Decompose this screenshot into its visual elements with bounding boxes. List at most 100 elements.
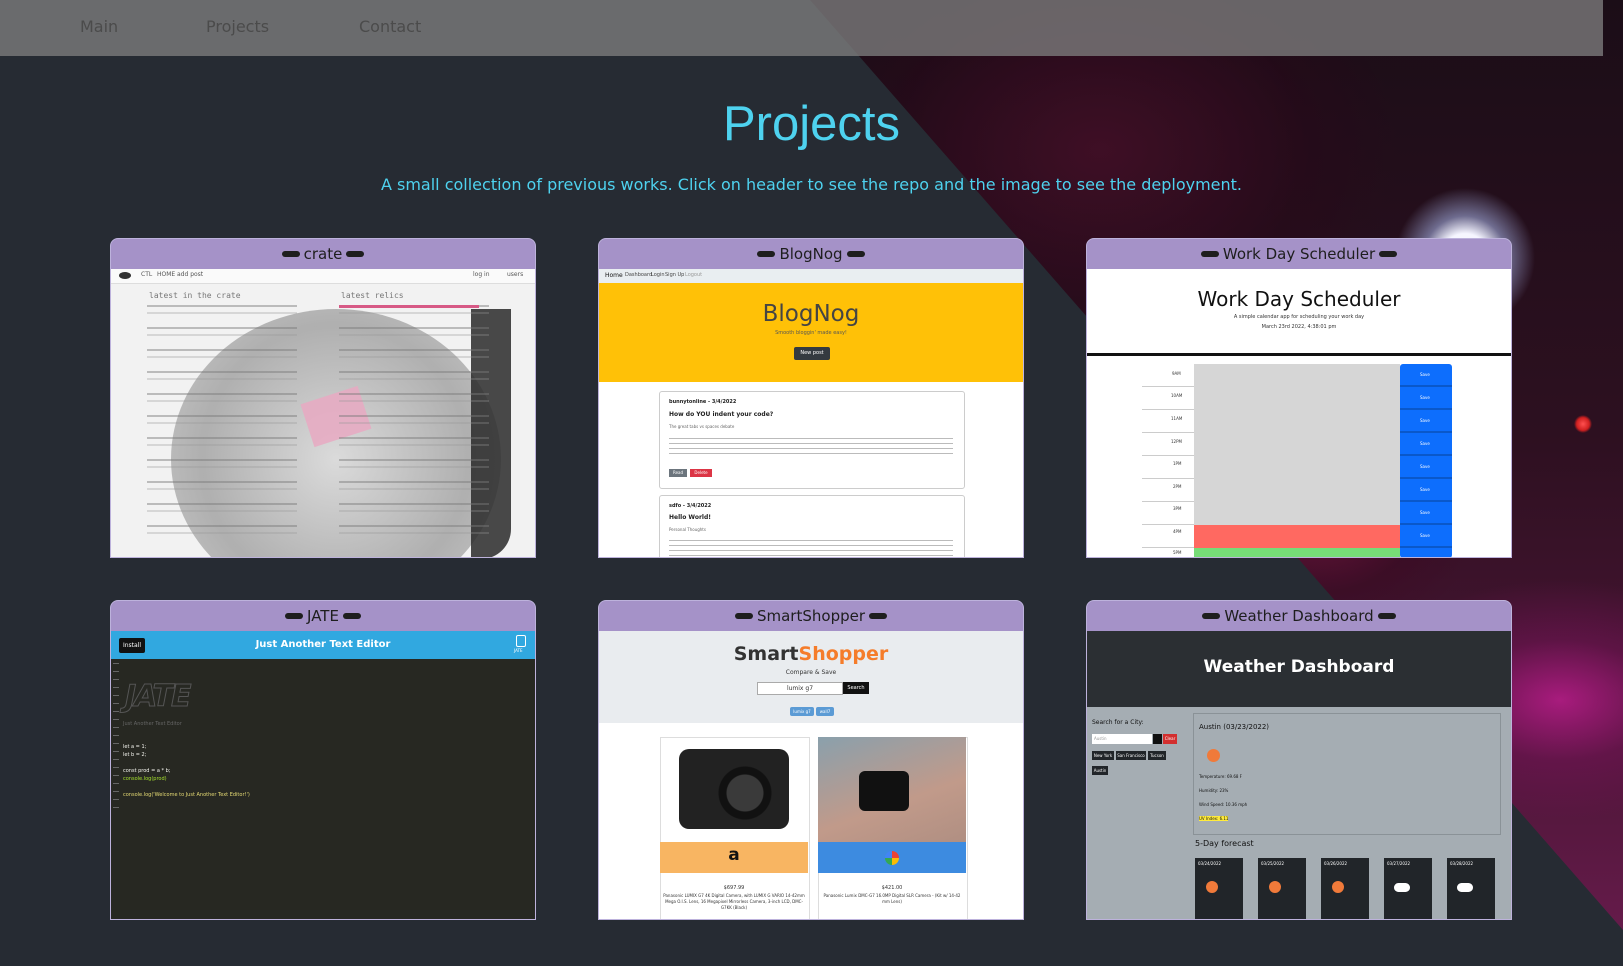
future-hour-block [1194, 548, 1400, 557]
project-preview-smartshopper[interactable]: SmartShopper Compare & Save lumix g7 Sea… [599, 631, 1023, 919]
dash-icon [846, 251, 865, 257]
search-icon [1153, 734, 1162, 744]
project-card-work-day-scheduler: Work Day Scheduler Work Day Scheduler A … [1086, 238, 1512, 558]
city-button: Austin [1092, 766, 1108, 775]
post-subtitle: Personal Thoughts [669, 527, 706, 532]
forecast-card [1321, 858, 1369, 919]
nav-link-contact[interactable]: Contact [359, 17, 421, 36]
project-preview-jate[interactable]: Install Just Another Text Editor JATE JA… [111, 631, 535, 919]
code-comment: Just Another Text Editor [123, 721, 182, 727]
code-line: const prod = a * b; [123, 768, 171, 774]
blog-nav-link: Sign Up [665, 272, 685, 278]
card-header-crate[interactable]: crate [111, 239, 535, 269]
crate-nav-link: CTL [141, 271, 153, 278]
card-header-weather-dashboard[interactable]: Weather Dashboard [1087, 601, 1511, 631]
code-line: console.log('Welcome to Just Another Tex… [123, 792, 250, 798]
forecast-date: 03/24/2022 [1198, 861, 1222, 866]
jate-title: Just Another Text Editor [255, 639, 391, 650]
amazon-logo-icon: a [728, 845, 740, 865]
sun-icon [1206, 881, 1218, 893]
blog-nav-link: Home [605, 272, 623, 279]
dash-icon [1379, 251, 1398, 257]
project-preview-blognog[interactable]: Home Dashboard Login Sign Up Logout Blog… [599, 269, 1023, 557]
code-line: let a = 1; [123, 744, 147, 750]
google-logo-icon [885, 851, 899, 865]
forecast-title: 5-Day forecast [1195, 839, 1254, 848]
project-card-jate: JATE Install Just Another Text Editor JA… [110, 600, 536, 920]
hour-label: 9AM [1172, 371, 1181, 376]
forecast-date: 03/25/2022 [1261, 861, 1285, 866]
product-desc: Panasonic LUMIX G7 4K Digital Camera, wi… [663, 893, 805, 910]
shopper-tagline: Compare & Save [785, 669, 837, 676]
project-card-smartshopper: SmartShopper SmartShopper Compare & Save… [598, 600, 1024, 920]
page-subtitle: A small collection of previous works. Cl… [380, 175, 1243, 194]
forecast-card [1258, 858, 1306, 919]
blog-hero-sub: Smooth bloggin' made easy! [775, 330, 847, 336]
project-preview-crate[interactable]: CTL HOME add post log in users latest in… [111, 269, 535, 557]
blog-hero-title: BlogNog [762, 301, 860, 327]
search-chip: lumix g7 [790, 707, 814, 716]
crate-nav-link: users [507, 271, 524, 278]
hour-label: 10AM [1171, 393, 1183, 398]
crate-nav-link: add post [177, 271, 204, 278]
project-card-blognog: BlogNog Home Dashboard Login Sign Up Log… [598, 238, 1024, 558]
project-card-weather-dashboard: Weather Dashboard Weather Dashboard Sear… [1086, 600, 1512, 920]
code-line: let b = 2; [123, 752, 147, 758]
new-post-button: New post [794, 347, 830, 360]
project-preview-work-day-scheduler[interactable]: Work Day Scheduler A simple calendar app… [1087, 269, 1511, 557]
save-button-label: Save [1420, 372, 1430, 377]
dash-icon [346, 251, 365, 257]
product-price: $697.99 [723, 885, 745, 891]
card-header-smartshopper[interactable]: SmartShopper [599, 601, 1023, 631]
jate-logo-text: JATE [514, 648, 523, 653]
product-desc: Panasonic Lumix DMC-G7 16.0MP Digital SL… [823, 893, 961, 904]
post-subtitle: The great tabs vs spaces debate [669, 424, 735, 429]
blog-nav-link: Logout [685, 272, 703, 278]
cloud-icon [1394, 883, 1410, 892]
card-header-jate[interactable]: JATE [111, 601, 535, 631]
city-button: Tucson [1148, 751, 1166, 760]
card-header-work-day-scheduler[interactable]: Work Day Scheduler [1087, 239, 1511, 269]
forecast-date: 03/28/2022 [1450, 861, 1474, 866]
save-button-label: Save [1420, 510, 1430, 515]
brand-smart: Smart [733, 643, 799, 665]
card-title: BlogNog [779, 245, 843, 263]
weather-search-label: Search for a City: [1092, 719, 1144, 726]
hour-label: 5PM [1173, 550, 1182, 555]
sun-icon [1269, 881, 1281, 893]
post-meta: sdfo - 3/4/2022 [669, 503, 712, 509]
dash-icon [1202, 613, 1221, 619]
scheduler-sub: A simple calendar app for scheduling you… [1233, 314, 1365, 320]
crate-nav-link: log in [473, 271, 490, 278]
nav-link-main[interactable]: Main [80, 17, 118, 36]
delete-button: Delete [690, 469, 712, 477]
blog-nav-link: Login [651, 272, 665, 278]
crate-post-list [147, 305, 297, 545]
top-navbar: Main Projects Contact [0, 0, 1603, 56]
card-title: Work Day Scheduler [1222, 245, 1376, 263]
post-body-lines [669, 540, 953, 556]
current-city: Austin (03/23/2022) [1199, 723, 1270, 731]
card-title: SmartShopper [756, 607, 866, 625]
camera-image [679, 749, 789, 829]
crate-highlight [339, 305, 479, 308]
project-card-crate: crate CTL HOME add post log in users lat… [110, 238, 536, 558]
card-header-blognog[interactable]: BlogNog [599, 239, 1023, 269]
project-preview-weather-dashboard[interactable]: Weather Dashboard Search for a City: Aus… [1087, 631, 1511, 919]
search-chip: wall7 [816, 707, 834, 716]
nav-link-projects[interactable]: Projects [206, 17, 269, 36]
crate-column-title: latest relics [341, 291, 404, 300]
card-title: Weather Dashboard [1224, 607, 1374, 625]
card-title: crate [303, 245, 343, 263]
code-line: console.log(prod) [123, 776, 167, 782]
dash-icon [869, 613, 888, 619]
save-button-label: Save [1420, 533, 1430, 538]
clear-button: Clear [1163, 734, 1177, 744]
jate-logo-icon [516, 635, 526, 647]
weather-search-input: Austin [1092, 734, 1152, 744]
save-button-label: Save [1420, 441, 1430, 446]
dash-icon [342, 613, 361, 619]
post-body-lines [669, 438, 953, 456]
hour-label: 4PM [1173, 529, 1182, 534]
crate-logo-icon [119, 272, 131, 279]
